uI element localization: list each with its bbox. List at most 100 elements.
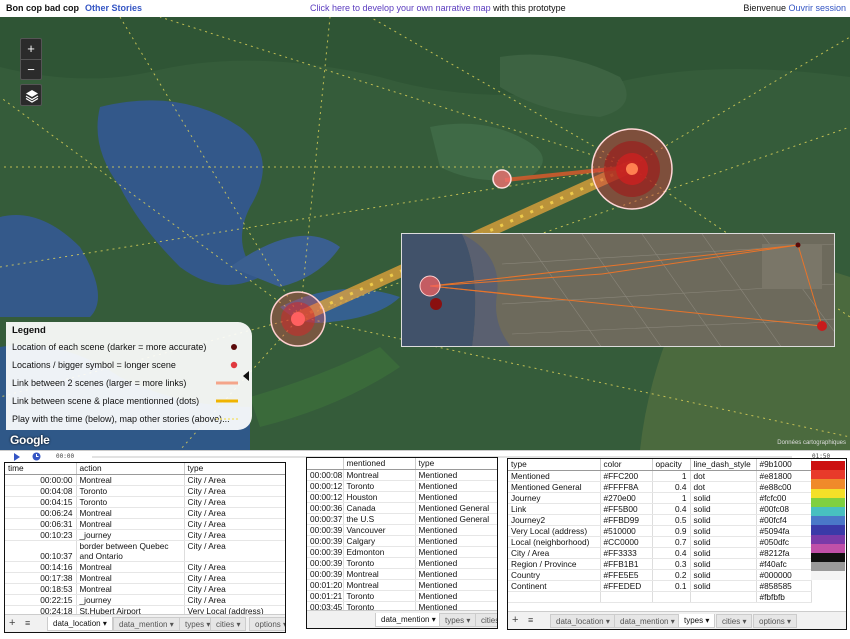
color-swatch[interactable] (811, 470, 845, 480)
tab-types[interactable]: types ▾ (678, 614, 716, 628)
sheet-list-icon[interactable]: ≡ (528, 615, 533, 625)
table-cell[interactable]: #CC0000 (600, 536, 653, 548)
table-cell[interactable]: Toronto (76, 496, 185, 508)
table-cell[interactable]: Journey2 (508, 514, 601, 526)
column-header[interactable]: type (508, 459, 601, 471)
table-cell[interactable]: 00:00:39 (307, 524, 344, 536)
color-swatch[interactable] (811, 543, 845, 553)
table-cell[interactable]: Montreal (76, 561, 185, 573)
table-cell[interactable]: #FFC200 (600, 470, 653, 482)
table-cell[interactable]: 00:17:38 (5, 572, 77, 584)
table-cell[interactable]: Montreal (76, 518, 185, 530)
tab-options[interactable]: options ▾ (249, 617, 285, 631)
column-header[interactable]: type (184, 463, 285, 475)
table-cell[interactable]: 0.4 (652, 481, 691, 493)
map-credit[interactable]: Données cartographiques (777, 440, 846, 446)
table-cell[interactable]: Mentioned General (415, 502, 497, 514)
table-row[interactable]: 00:00:37 the U.S Mentioned General (307, 513, 497, 525)
table-cell[interactable]: City / Area (184, 572, 285, 584)
table-cell[interactable]: City / Area (184, 561, 285, 573)
table-row[interactable]: 00:00:36 Canada Mentioned General (307, 502, 497, 514)
table-cell[interactable]: Mentioned (508, 470, 601, 482)
table-cell[interactable]: #FFB1B1 (600, 558, 653, 570)
table-cell[interactable]: #510000 (600, 525, 653, 537)
table-cell[interactable]: #00fc08 (756, 503, 812, 515)
table-row[interactable]: 00:00:00 Montreal City / Area (5, 474, 285, 486)
table-row[interactable]: 00:10:23 _journey City / Area (5, 529, 285, 541)
table-row[interactable]: 00:14:16 Montreal City / Area (5, 561, 285, 573)
table-row[interactable]: 00:06:24 Montreal City / Area (5, 507, 285, 519)
table-cell[interactable]: 00:00:00 (5, 474, 77, 486)
table-cell[interactable]: Vancouver (343, 524, 416, 536)
collapse-legend-icon[interactable] (241, 370, 251, 382)
table-row[interactable]: 00:01:20 Montreal Mentioned (307, 579, 497, 591)
city-inset-map[interactable] (401, 233, 835, 347)
table-cell[interactable]: dot (690, 481, 757, 493)
table-cell[interactable]: City / Area (508, 547, 601, 559)
table-row[interactable]: Country #FFE5E5 0.2 solid #000000 (508, 569, 812, 581)
tab-cities[interactable]: cities ▾ (210, 617, 247, 631)
table-cell[interactable]: Montreal (76, 474, 185, 486)
develop-link[interactable]: Click here to develop your own narrative… (310, 3, 491, 13)
column-header[interactable]: opacity (652, 459, 691, 471)
color-swatch[interactable] (811, 571, 845, 581)
table-cell[interactable]: 00:06:24 (5, 507, 77, 519)
table-cell[interactable]: 00:22:15 (5, 594, 77, 606)
table-cell[interactable]: 0.3 (652, 558, 691, 570)
color-swatch[interactable] (811, 479, 845, 489)
table-row[interactable]: Continent #FFEDED 0.1 solid #858585 (508, 580, 812, 592)
table-cell[interactable]: Mentioned (415, 469, 497, 481)
table-cell[interactable]: Mentioned (415, 524, 497, 536)
table-cell[interactable]: Mentioned General (415, 513, 497, 525)
table-cell[interactable]: solid (690, 580, 757, 592)
table-cell[interactable]: 00:01:20 (307, 579, 344, 591)
table-cell[interactable]: Mentioned (415, 579, 497, 591)
table-cell[interactable]: #8212fa (756, 547, 812, 559)
table-cell[interactable]: solid (690, 503, 757, 515)
table-cell[interactable]: solid (690, 492, 757, 504)
table-cell[interactable]: 00:00:39 (307, 557, 344, 569)
table-row[interactable]: 00:22:15 _journey City / Area (5, 594, 285, 606)
table-cell[interactable]: #FF3333 (600, 547, 653, 559)
table-cell[interactable]: solid (690, 558, 757, 570)
column-header[interactable]: type (415, 458, 497, 470)
table-cell[interactable]: Montreal (76, 572, 185, 584)
tab-cities[interactable]: cities (475, 613, 497, 627)
color-swatch[interactable] (811, 516, 845, 526)
table-cell[interactable]: #e88c00 (756, 481, 812, 493)
table-row[interactable]: Local (neighborhood) #CC0000 0.7 solid #050d… (508, 536, 812, 548)
add-sheet-button[interactable]: + (512, 614, 518, 626)
table-cell[interactable]: 00:00:39 (307, 535, 344, 547)
table-row[interactable]: Mentioned #FFC200 1 dot #e81800 (508, 470, 812, 482)
tab-cities[interactable]: cities ▾ (716, 614, 753, 628)
tab-types[interactable]: types ▾ (439, 613, 477, 627)
inset-canvas[interactable] (402, 234, 835, 347)
table-row[interactable]: #fbfbfb (508, 591, 812, 603)
table-cell[interactable]: Mentioned General (508, 481, 601, 493)
color-swatch[interactable] (811, 562, 845, 572)
table-cell[interactable]: City / Area (184, 474, 285, 486)
table-cell[interactable]: _journey (76, 529, 185, 541)
table-cell[interactable]: Mentioned (415, 568, 497, 580)
table-cell[interactable]: City / Area (184, 485, 285, 497)
table-cell[interactable]: Canada (343, 502, 416, 514)
play-icon[interactable] (13, 453, 21, 461)
table-cell[interactable]: 00:10:37 (5, 540, 77, 562)
tab-options[interactable]: options ▾ (753, 614, 798, 628)
column-header[interactable]: #9b1000 (756, 459, 812, 471)
color-swatch[interactable] (811, 552, 845, 563)
column-header[interactable]: color (600, 459, 653, 471)
table-row[interactable]: 00:00:39 Vancouver Mentioned (307, 524, 497, 536)
table-cell[interactable]: City / Area (184, 529, 285, 541)
table-cell[interactable]: #858585 (756, 580, 812, 592)
table-cell[interactable]: Calgary (343, 535, 416, 547)
table-cell[interactable]: 0.1 (652, 580, 691, 592)
table-cell[interactable]: #FFFF8A (600, 481, 653, 493)
table-cell[interactable] (652, 591, 691, 603)
tab-data-location[interactable]: data_location ▾ (550, 614, 616, 628)
table-cell[interactable] (600, 591, 653, 603)
color-swatch[interactable] (811, 534, 845, 544)
table-cell[interactable]: 00:10:23 (5, 529, 77, 541)
table-cell[interactable]: Mentioned (415, 546, 497, 558)
tab-data-location[interactable]: data_location ▾ (47, 617, 113, 631)
